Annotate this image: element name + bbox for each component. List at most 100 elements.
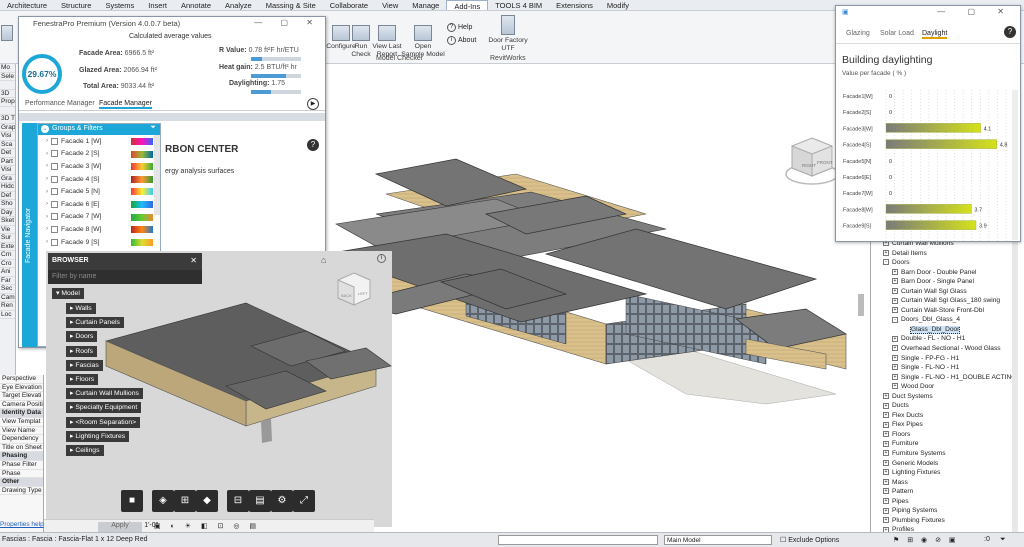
tab-daylight[interactable]: Daylight (922, 30, 948, 39)
facade-checkbox[interactable] (51, 200, 58, 208)
palette-item[interactable]: Exte (0, 243, 15, 251)
expand-icon[interactable]: + (883, 402, 889, 409)
facade-checkbox[interactable] (51, 137, 58, 145)
palette-item[interactable]: Part (0, 158, 15, 166)
palette-item[interactable]: 3D (0, 90, 15, 98)
ribbon-tab-analyze[interactable]: Analyze (218, 0, 259, 10)
fullscreen-icon[interactable]: ⤢ (293, 490, 315, 512)
open-sample-model-button[interactable]: Open Sample Model (400, 25, 446, 59)
modify-button[interactable] (0, 25, 14, 43)
play-icon[interactable]: ▶ (307, 98, 319, 110)
palette-item[interactable]: Loc (0, 311, 15, 319)
expand-icon[interactable]: + (892, 268, 898, 275)
tree-item[interactable]: + Double - FL - NO - H1 (871, 335, 1018, 345)
expand-icon[interactable]: + (892, 354, 898, 361)
help-icon[interactable]: ? (307, 139, 319, 151)
chevron-right-icon[interactable]: › (46, 151, 48, 157)
ribbon-tab-tools-4-bim[interactable]: TOOLS 4 BIM (488, 0, 549, 10)
expand-icon[interactable]: + (883, 459, 889, 466)
property-row[interactable]: Phase (0, 470, 43, 479)
expand-icon[interactable]: + (883, 450, 889, 457)
tree-item[interactable]: + Generic Models (871, 460, 1018, 470)
expand-icon[interactable]: + (883, 421, 889, 428)
tree-item[interactable]: + Detail Items (871, 250, 1018, 260)
expand-icon[interactable]: + (883, 431, 889, 438)
facade-row[interactable]: › Facade 9 [S] (38, 236, 160, 249)
ribbon-tab-collaborate[interactable]: Collaborate (323, 0, 375, 10)
palette-item[interactable]: Sele (0, 73, 15, 81)
tab-performance-manager[interactable]: Performance Manager (25, 100, 95, 107)
chevron-right-icon[interactable]: › (46, 239, 48, 245)
expand-icon[interactable]: + (883, 488, 889, 495)
view-control-icons[interactable]: ▣ ◐ ☀ ◧ ⊡ ◎ ▤ (154, 522, 260, 530)
expand-icon[interactable]: + (892, 335, 898, 342)
tree-item[interactable]: + Duct Systems (871, 393, 1018, 403)
collapse-icon[interactable]: - (883, 259, 889, 266)
browser-tree-item[interactable]: ▸ Roofs (66, 345, 98, 357)
property-row[interactable]: Perspective (0, 375, 43, 384)
palette-item[interactable]: Sca (0, 141, 15, 149)
property-row[interactable]: View Templat (0, 418, 43, 427)
facade-checkbox[interactable] (51, 238, 58, 246)
view-cube[interactable]: RIGHT FRONT (784, 130, 840, 190)
palette-item[interactable]: Cam (0, 294, 15, 302)
apply-button[interactable]: Apply (98, 522, 142, 532)
property-row[interactable]: Camera Positi (0, 401, 43, 410)
palette-item[interactable]: Cro (0, 260, 15, 268)
property-group-header[interactable]: Phasing (0, 452, 43, 461)
expand-icon[interactable]: + (892, 364, 898, 371)
palette-item[interactable]: Hidc (0, 183, 15, 192)
tree-item[interactable]: + Overhead Sectional - Wood Glass (871, 345, 1018, 355)
scroll-bar-vertical[interactable] (858, 294, 864, 316)
property-row[interactable]: Phase Filter (0, 461, 43, 470)
facade-checkbox[interactable] (51, 225, 58, 233)
palette-item[interactable]: Crn (0, 251, 15, 260)
chevron-right-icon[interactable]: › (46, 163, 48, 169)
palette-item[interactable]: Prop (0, 98, 15, 107)
explode-icon[interactable]: ◈ (152, 490, 174, 512)
ribbon-tab-modify[interactable]: Modify (600, 0, 636, 10)
palette-item[interactable]: Sket (0, 217, 15, 226)
facade-row[interactable]: › Facade 8 [W] (38, 223, 160, 236)
ribbon-tab-massing-site[interactable]: Massing & Site (259, 0, 323, 10)
tree-item[interactable]: + Barn Door - Single Panel (871, 278, 1018, 288)
door-factory-button[interactable]: Door Factory UTF (482, 15, 534, 53)
expand-icon[interactable]: + (892, 383, 898, 390)
chevron-down-icon[interactable]: ⌄ (41, 125, 49, 133)
tree-item[interactable]: + Curtain Wall Sgl Glass (871, 288, 1018, 298)
property-row[interactable]: Eye Elevation (0, 384, 43, 393)
tree-item[interactable]: + Furniture (871, 440, 1018, 450)
browser-tree-item[interactable]: ▸ Specialty Equipment (66, 402, 142, 414)
facade-row[interactable]: › Facade 1 [W] (38, 135, 160, 148)
tab-solar-load[interactable]: Solar Load (880, 30, 914, 37)
chevron-right-icon[interactable]: › (46, 201, 48, 207)
collapse-icon[interactable]: - (892, 316, 898, 323)
design-option-dropdown[interactable]: Main Model (664, 535, 772, 545)
tree-item[interactable]: + Flex Ducts (871, 412, 1018, 422)
camera-icon[interactable]: ■ (121, 490, 143, 512)
tree-item[interactable]: + Ducts (871, 402, 1018, 412)
palette-item[interactable]: Vie (0, 226, 15, 234)
browser-tree-item[interactable]: ▸ Floors (66, 374, 99, 385)
expand-icon[interactable]: + (883, 393, 889, 399)
property-row[interactable]: Drawing Type (0, 487, 43, 496)
window-controls[interactable]: — ▢ ✕ (254, 18, 321, 27)
property-group-header[interactable]: Other (0, 478, 43, 487)
property-row[interactable]: Target Elevati (0, 392, 43, 401)
palette-item[interactable]: Sho (0, 200, 15, 209)
tree-item[interactable]: + Curtain Wall-Store Front-Dbl (871, 307, 1018, 317)
facade-checkbox[interactable] (51, 175, 58, 183)
property-row[interactable]: Title on Sheet (0, 444, 43, 453)
filter-icon[interactable]: ⏷ (1000, 536, 1006, 544)
chevron-right-icon[interactable]: › (46, 189, 48, 195)
tree-item[interactable]: + Plumbing Fixtures (871, 517, 1018, 527)
ribbon-tab-view[interactable]: View (375, 0, 405, 10)
tree-item[interactable]: + Flex Pipes (871, 421, 1018, 431)
ribbon-tab-structure[interactable]: Structure (54, 0, 98, 10)
facade-row[interactable]: › Facade 2 [S] (38, 148, 160, 161)
palette-item[interactable]: Far (0, 277, 15, 285)
palette-item[interactable]: Sur (0, 234, 15, 243)
palette-item[interactable]: 3D T (0, 115, 15, 124)
palette-item[interactable]: Day (0, 209, 15, 217)
scroll-bar[interactable] (1012, 240, 1018, 538)
